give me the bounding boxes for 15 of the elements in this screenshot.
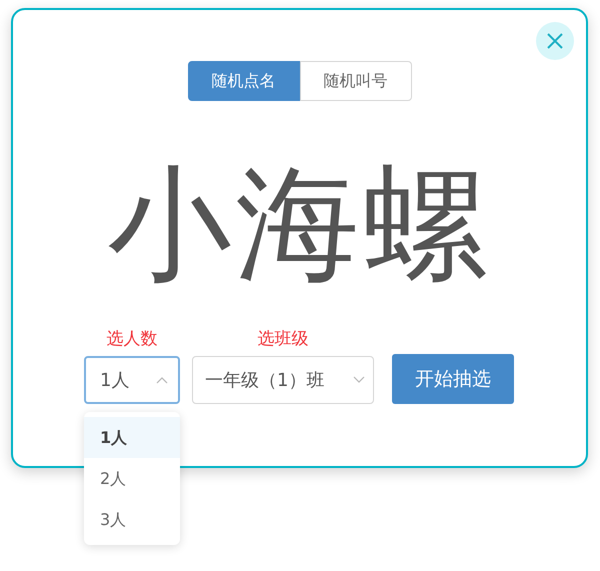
mode-tab[interactable]: 随机点名	[188, 61, 300, 101]
chevron-icon	[156, 376, 168, 384]
class-select[interactable]: 一年级（1）班	[192, 356, 374, 404]
count-select[interactable]: 1人	[84, 356, 180, 404]
start-button[interactable]: 开始抽选	[392, 354, 514, 404]
chevron-icon	[353, 376, 365, 384]
close-icon	[546, 32, 564, 50]
close-button[interactable]	[536, 22, 574, 60]
mode-tab[interactable]: 随机叫号	[300, 61, 412, 101]
drawn-name: 小海螺	[106, 152, 492, 299]
class-label: 选班级	[258, 328, 308, 350]
dropdown-option[interactable]: 1人	[84, 417, 180, 458]
dropdown-option[interactable]: 2人	[84, 458, 180, 499]
dropdown-option[interactable]: 3人	[84, 499, 180, 540]
count-label: 选人数	[106, 328, 158, 350]
